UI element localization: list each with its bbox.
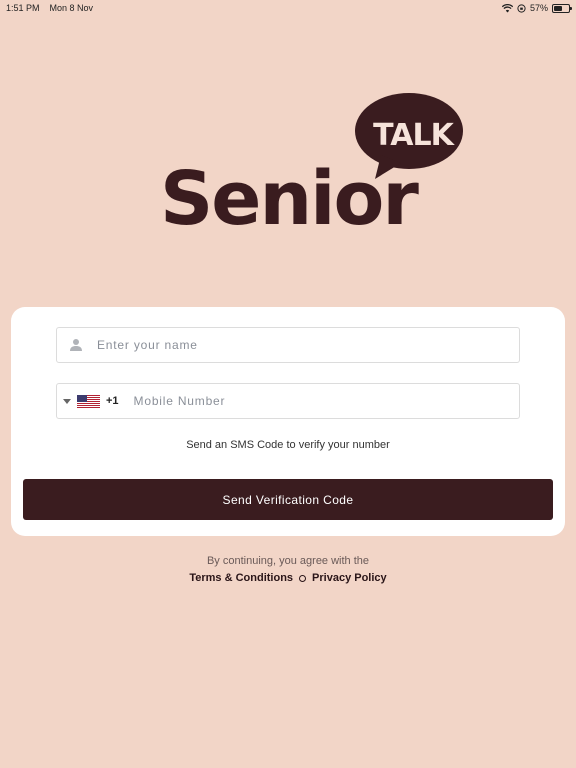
sms-helper-text: Send an SMS Code to verify your number [186, 439, 390, 451]
chevron-down-icon[interactable] [63, 398, 71, 404]
logo-talk-text: TALK [373, 118, 454, 153]
battery-percent: 57% [529, 3, 548, 13]
login-card: +1 Send an SMS Code to verify your numbe… [11, 307, 565, 536]
status-time: 1:51 PM [6, 3, 40, 13]
person-icon [70, 339, 82, 351]
orientation-lock-icon [517, 3, 526, 13]
mobile-number-input[interactable] [133, 394, 494, 408]
name-field[interactable] [56, 327, 520, 363]
phone-field[interactable]: +1 [56, 383, 520, 419]
circle-separator-icon [299, 574, 307, 582]
legal-links: Terms & Conditions Privacy Policy [0, 572, 576, 584]
status-right: 57% [501, 3, 572, 13]
privacy-link[interactable]: Privacy Policy [312, 572, 387, 584]
battery-fill [554, 5, 562, 11]
name-input[interactable] [97, 338, 497, 352]
us-flag-icon[interactable] [77, 394, 100, 408]
battery-icon [552, 3, 572, 13]
senior-talk-logo: TALK Senior [160, 90, 470, 250]
status-left: 1:51 PM Mon 8 Nov [6, 3, 93, 13]
country-code[interactable]: +1 [106, 395, 119, 407]
terms-link[interactable]: Terms & Conditions [189, 572, 293, 584]
agree-text: By continuing, you agree with the [206, 555, 370, 567]
status-bar: 1:51 PM Mon 8 Nov 57% [0, 0, 576, 16]
send-verification-code-button[interactable]: Send Verification Code [23, 479, 553, 520]
status-date: Mon 8 Nov [49, 3, 94, 13]
logo-senior-text: Senior [160, 156, 419, 242]
wifi-icon [501, 3, 513, 13]
